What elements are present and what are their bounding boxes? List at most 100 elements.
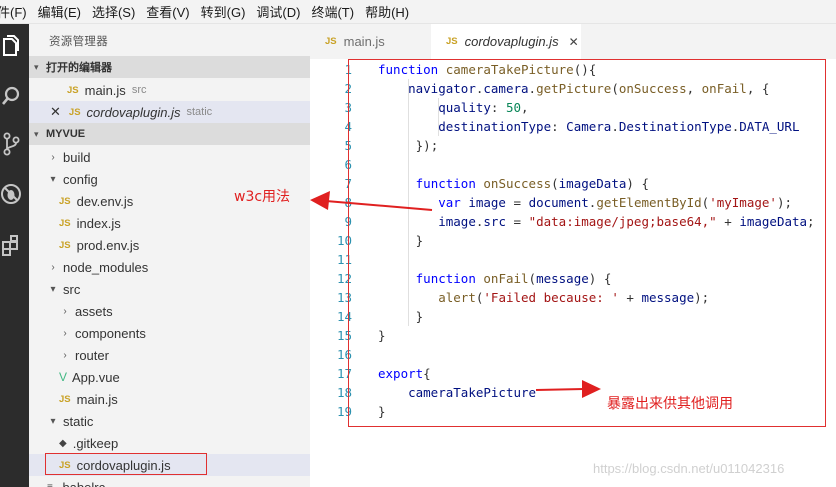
- search-icon[interactable]: [0, 82, 22, 110]
- line-number: 3: [344, 100, 352, 115]
- tree-item-label: index.js: [76, 215, 121, 231]
- line-number: 14: [336, 309, 352, 324]
- source-control-icon[interactable]: [0, 130, 22, 158]
- menu-selection[interactable]: 选择(S): [86, 2, 140, 21]
- tab-label: cordovaplugin.js: [464, 34, 559, 49]
- js-file-icon: JS: [59, 195, 71, 207]
- tree-item-label: dev.env.js: [76, 193, 134, 209]
- line-number: 7: [344, 176, 352, 191]
- chevron-right-icon: ›: [63, 305, 67, 317]
- line-number: 6: [344, 157, 352, 172]
- line-number: 4: [344, 119, 352, 134]
- git-file-icon: ◆: [59, 437, 67, 449]
- chevron-right-icon: ›: [51, 261, 55, 273]
- line-number: 10: [336, 233, 352, 248]
- files-icon[interactable]: [0, 32, 22, 60]
- menu-debug[interactable]: 调试(D): [250, 2, 305, 21]
- close-icon[interactable]: ✕: [569, 35, 579, 49]
- tree-item-label: src: [63, 281, 81, 297]
- watermark-text: https://blog.csdn.net/u011042316: [593, 461, 785, 476]
- js-file-icon: JS: [59, 239, 71, 251]
- tree-item-label: App.vue: [72, 369, 120, 385]
- open-editor-label: cordovaplugin.js: [86, 104, 181, 120]
- tab-main-js[interactable]: JS main.js: [310, 24, 428, 59]
- vue-file-icon: V: [59, 370, 68, 384]
- file-icon: ≡: [47, 481, 53, 487]
- tree-item[interactable]: JS main.js: [29, 388, 310, 410]
- js-file-icon: JS: [67, 84, 79, 96]
- menu-terminal[interactable]: 终端(T): [305, 2, 359, 21]
- line-number: 16: [336, 347, 352, 362]
- chevron-right-icon: ›: [63, 349, 67, 361]
- open-editor-desc: static: [186, 106, 213, 118]
- chevron-right-icon: ›: [63, 327, 67, 339]
- line-number: 11: [336, 252, 352, 267]
- menu-file[interactable]: 件(F): [0, 2, 32, 21]
- menu-go[interactable]: 转到(G): [195, 2, 251, 21]
- chevron-down-icon: ▾: [34, 128, 39, 139]
- line-number: 2: [344, 81, 352, 96]
- tree-item[interactable]: › router: [29, 344, 310, 366]
- js-file-icon: JS: [59, 217, 71, 229]
- menu-help[interactable]: 帮助(H): [359, 2, 414, 21]
- tree-item-label: components: [75, 325, 146, 341]
- js-file-icon: JS: [446, 36, 458, 47]
- tree-item-label: .gitkeep: [72, 435, 119, 451]
- tree-item-label: node_modules: [63, 259, 149, 275]
- js-file-icon: JS: [325, 36, 337, 47]
- tree-item-label: config: [63, 171, 98, 187]
- tree-item-label: router: [75, 347, 109, 363]
- line-number: 1: [344, 62, 352, 77]
- js-file-icon: JS: [68, 106, 81, 118]
- tree-item[interactable]: › components: [29, 322, 310, 344]
- chevron-right-icon: ›: [51, 151, 55, 163]
- code-highlight-box: [348, 59, 826, 427]
- tree-item-label: build: [63, 149, 91, 165]
- open-editor-cordovaplugin-js[interactable]: ✕ JS cordovaplugin.js static: [29, 101, 310, 123]
- tree-item[interactable]: JS index.js: [29, 212, 310, 234]
- tree-item[interactable]: › assets: [29, 300, 310, 322]
- tree-item-label: prod.env.js: [76, 237, 140, 253]
- debug-icon[interactable]: [0, 180, 22, 208]
- tab-label: main.js: [343, 34, 385, 49]
- chevron-down-icon: ▾: [50, 415, 56, 427]
- open-editors-header[interactable]: ▾ 打开的编辑器: [29, 56, 310, 78]
- tree-item[interactable]: ≡ .babelrc: [29, 476, 310, 487]
- editor-tabs: JS main.js JS cordovaplugin.js ✕: [310, 24, 836, 59]
- line-number: 13: [336, 290, 352, 305]
- tree-item[interactable]: V App.vue: [29, 366, 310, 388]
- tree-item[interactable]: JS prod.env.js: [29, 234, 310, 256]
- open-editor-desc: src: [131, 84, 147, 96]
- tree-item[interactable]: ▾ src: [29, 278, 310, 300]
- extensions-icon[interactable]: [0, 232, 22, 260]
- chevron-down-icon: ▾: [50, 173, 56, 185]
- tree-item[interactable]: › node_modules: [29, 256, 310, 278]
- tree-item-label: static: [63, 413, 94, 429]
- menu-bar: 件(F) 编辑(E) 选择(S) 查看(V) 转到(G) 调试(D) 终端(T)…: [0, 0, 836, 24]
- activity-bar: [0, 24, 29, 487]
- line-number: 8: [344, 195, 352, 210]
- tree-item[interactable]: ◆ .gitkeep: [29, 432, 310, 454]
- tab-cordovaplugin-js[interactable]: JS cordovaplugin.js ✕: [431, 24, 581, 59]
- open-editor-label: main.js: [84, 82, 126, 98]
- line-number: 19: [336, 404, 352, 419]
- line-number: 18: [336, 385, 352, 400]
- tree-item[interactable]: ▾ static: [29, 410, 310, 432]
- line-number: 5: [344, 138, 352, 153]
- menu-view[interactable]: 查看(V): [140, 2, 194, 21]
- project-label: MYVUE: [46, 128, 86, 140]
- line-number: 15: [336, 328, 352, 343]
- open-editor-main-js[interactable]: JS main.js src: [29, 79, 310, 101]
- line-number: 9: [344, 214, 352, 229]
- menu-edit[interactable]: 编辑(E): [32, 2, 86, 21]
- tree-item-label: main.js: [76, 391, 118, 407]
- js-file-icon: JS: [59, 393, 71, 405]
- file-highlight-box: [45, 453, 207, 475]
- chevron-down-icon: ▾: [50, 283, 56, 295]
- tree-item[interactable]: › build: [29, 146, 310, 168]
- annotation-expose: 暴露出来供其他调用: [607, 396, 733, 412]
- line-number: 17: [336, 366, 352, 381]
- line-number: 12: [336, 271, 352, 286]
- project-header[interactable]: ▾ MYVUE: [29, 123, 310, 145]
- close-icon[interactable]: ✕: [50, 104, 61, 120]
